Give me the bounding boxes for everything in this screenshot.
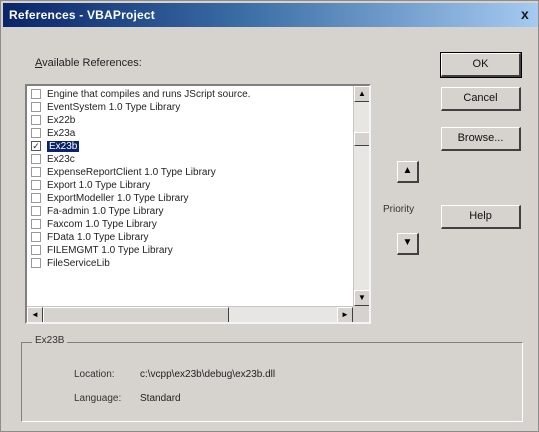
horizontal-scroll-thumb[interactable]	[43, 307, 229, 322]
reference-list-item[interactable]: EventSystem 1.0 Type Library	[27, 101, 353, 114]
reference-list-item[interactable]: ✓ Ex23b	[27, 140, 353, 153]
reference-list-item[interactable]: Ex23c	[27, 153, 353, 166]
reference-label: Faxcom 1.0 Type Library	[47, 219, 157, 230]
priority-up-button[interactable]: ▲	[397, 161, 419, 183]
references-listbox[interactable]: Engine that compiles and runs JScript so…	[25, 84, 371, 324]
priority-label: Priority	[383, 204, 415, 215]
reference-label: FileServiceLib	[47, 258, 110, 269]
reference-list-item[interactable]: FileServiceLib	[27, 257, 353, 270]
priority-down-button[interactable]: ▼	[397, 233, 419, 255]
ok-button[interactable]: OK	[440, 52, 522, 78]
reference-checkbox[interactable]	[31, 115, 41, 125]
reference-label: Ex23b	[47, 141, 80, 152]
reference-list-item[interactable]: FILEMGMT 1.0 Type Library	[27, 244, 353, 257]
reference-checkbox[interactable]	[31, 193, 41, 203]
details-group-title: Ex23B	[32, 335, 68, 346]
horizontal-scrollbar[interactable]: ◄ ►	[27, 306, 353, 322]
reference-checkbox[interactable]	[31, 245, 41, 255]
reference-list-item[interactable]: Fa-admin 1.0 Type Library	[27, 205, 353, 218]
vertical-scrollbar[interactable]: ▲ ▼	[353, 86, 369, 306]
reference-list-item[interactable]: Ex22b	[27, 114, 353, 127]
browse-button[interactable]: Browse...	[441, 127, 521, 151]
language-value: Standard	[140, 393, 181, 404]
scroll-up-button[interactable]: ▲	[354, 86, 369, 102]
reference-label: FILEMGMT 1.0 Type Library	[47, 245, 173, 256]
scroll-right-button[interactable]: ►	[337, 307, 353, 322]
close-icon[interactable]: x	[516, 6, 534, 23]
reference-list-item[interactable]: FData 1.0 Type Library	[27, 231, 353, 244]
vertical-scroll-thumb[interactable]	[354, 132, 369, 146]
reference-checkbox[interactable]	[31, 219, 41, 229]
reference-label: FData 1.0 Type Library	[47, 232, 149, 243]
reference-checkbox[interactable]	[31, 128, 41, 138]
reference-label: Ex23a	[47, 128, 76, 139]
reference-list-item[interactable]: Faxcom 1.0 Type Library	[27, 218, 353, 231]
reference-label: Fa-admin 1.0 Type Library	[47, 206, 164, 217]
reference-checkbox[interactable]	[31, 258, 41, 268]
help-button[interactable]: Help	[441, 205, 521, 229]
references-list: Engine that compiles and runs JScript so…	[27, 88, 353, 270]
location-label: Location:	[74, 369, 115, 380]
scrollbar-corner	[353, 306, 369, 322]
available-references-label: Available References:	[35, 57, 142, 69]
window-title: References - VBAProject	[9, 8, 155, 22]
reference-checkbox[interactable]	[31, 154, 41, 164]
reference-label: ExportModeller 1.0 Type Library	[47, 193, 189, 204]
reference-label: Engine that compiles and runs JScript so…	[47, 89, 251, 100]
reference-checkbox[interactable]	[31, 232, 41, 242]
reference-checkbox[interactable]	[31, 180, 41, 190]
reference-label: Ex22b	[47, 115, 76, 126]
reference-label: Export 1.0 Type Library	[47, 180, 151, 191]
reference-list-item[interactable]: ExpenseReportClient 1.0 Type Library	[27, 166, 353, 179]
reference-list-item[interactable]: Engine that compiles and runs JScript so…	[27, 88, 353, 101]
reference-checkbox[interactable]	[31, 206, 41, 216]
reference-list-item[interactable]: Ex23a	[27, 127, 353, 140]
reference-checkbox[interactable]: ✓	[31, 141, 41, 151]
scroll-left-button[interactable]: ◄	[27, 307, 43, 322]
reference-label: Ex23c	[47, 154, 75, 165]
title-bar: References - VBAProject x	[3, 3, 538, 27]
reference-checkbox[interactable]	[31, 89, 41, 99]
reference-list-item[interactable]: ExportModeller 1.0 Type Library	[27, 192, 353, 205]
scroll-down-button[interactable]: ▼	[354, 290, 369, 306]
reference-checkbox[interactable]	[31, 102, 41, 112]
cancel-button[interactable]: Cancel	[441, 87, 521, 111]
reference-list-item[interactable]: Export 1.0 Type Library	[27, 179, 353, 192]
reference-label: EventSystem 1.0 Type Library	[47, 102, 181, 113]
language-label: Language:	[74, 393, 122, 404]
reference-label: ExpenseReportClient 1.0 Type Library	[47, 167, 216, 178]
location-value: c:\vcpp\ex23b\debug\ex23b.dll	[140, 369, 276, 380]
reference-details-group: Ex23B Location: c:\vcpp\ex23b\debug\ex23…	[21, 335, 523, 422]
references-dialog: References - VBAProject x Available Refe…	[0, 0, 539, 432]
reference-checkbox[interactable]	[31, 167, 41, 177]
